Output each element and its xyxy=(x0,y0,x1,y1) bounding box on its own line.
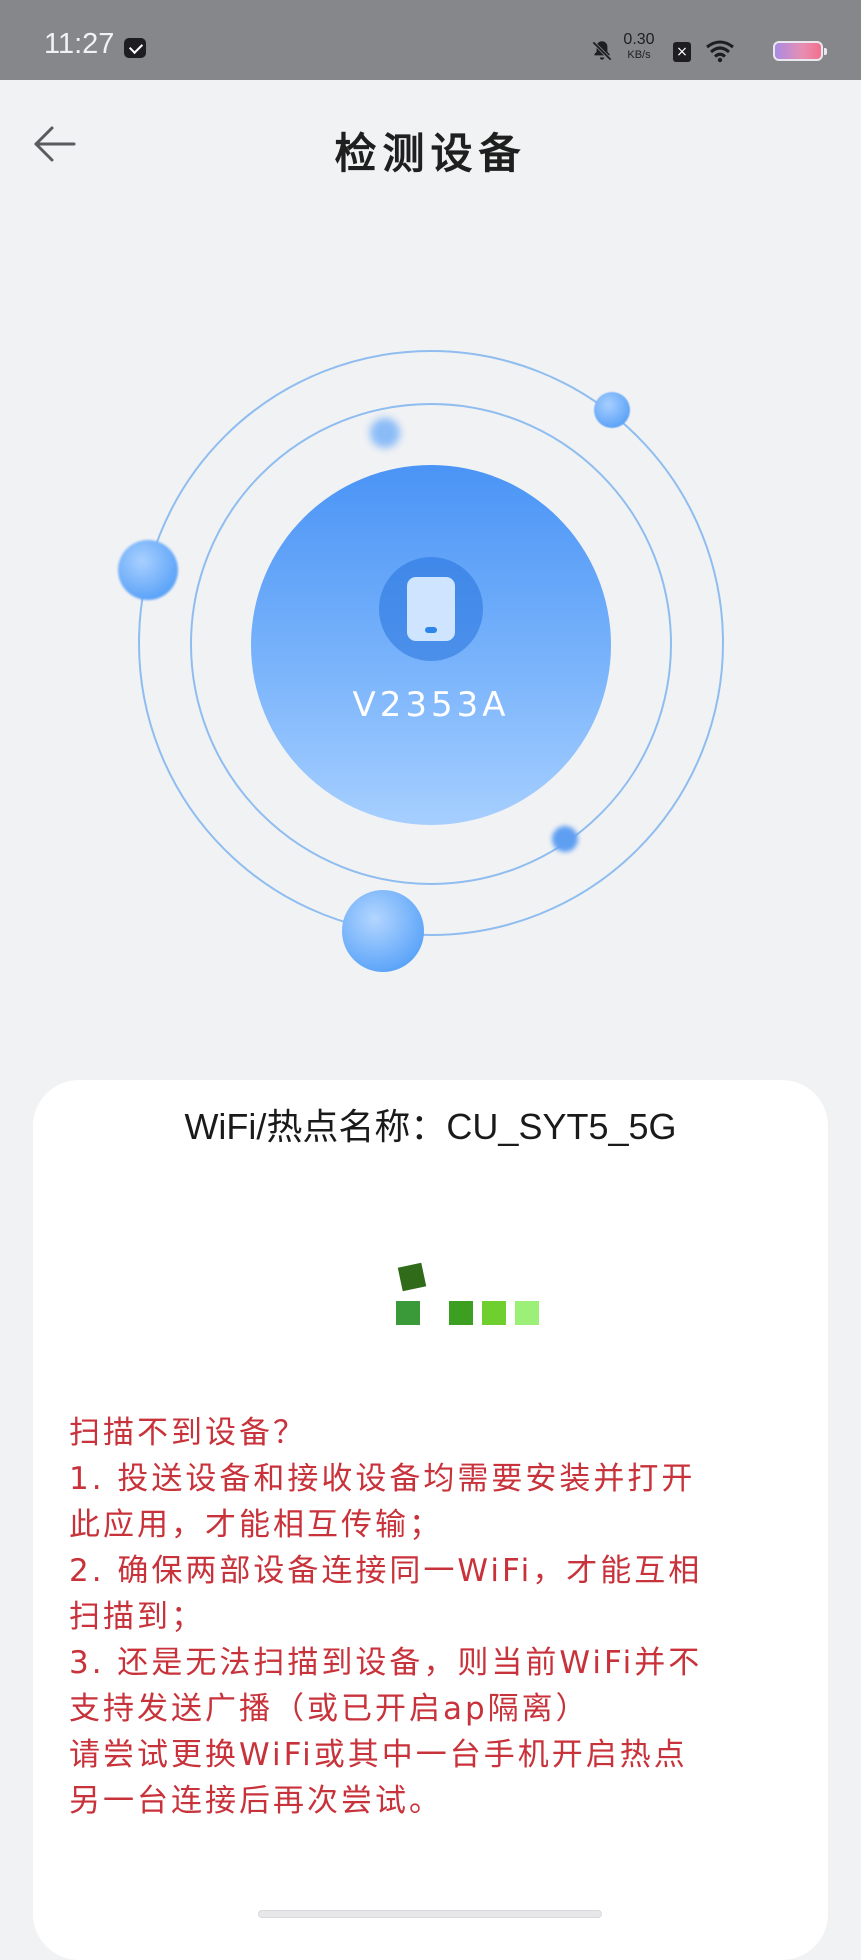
orbit-dot xyxy=(370,418,400,448)
help-line: 扫描到； xyxy=(69,1599,205,1635)
loading-squares-icon xyxy=(363,1262,543,1335)
network-speed-unit: KB/s xyxy=(627,49,651,61)
help-line: 另一台连接后再次尝试。 xyxy=(69,1783,443,1819)
status-bar: 11:27 0.30 KB/s × xyxy=(0,0,861,80)
device-button[interactable]: V2353A xyxy=(251,465,611,825)
message-icon xyxy=(124,38,146,58)
no-sim-icon: × xyxy=(673,42,691,62)
loading-square xyxy=(449,1301,473,1325)
help-line: 2. 确保两部设备连接同一WiFi，才能互相 xyxy=(69,1553,703,1589)
help-line: 此应用，才能相互传输； xyxy=(69,1507,443,1543)
home-indicator[interactable] xyxy=(258,1910,602,1918)
wifi-icon xyxy=(706,40,734,63)
loading-square xyxy=(515,1301,539,1325)
device-name: V2353A xyxy=(352,685,510,725)
status-icons: 0.30 KB/s × xyxy=(503,30,827,70)
header: 检测设备 xyxy=(0,80,861,210)
help-line: 支持发送广播（或已开启ap隔离） xyxy=(69,1691,590,1727)
orbit-dot xyxy=(342,890,424,972)
scan-card: WiFi/热点名称：CU_SYT5_5G 扫描不到设备？ 1. 投送设备和接收设… xyxy=(33,1080,828,1960)
battery-icon xyxy=(773,41,827,61)
loading-square xyxy=(397,1262,427,1292)
device-radar: V2353A xyxy=(0,330,861,1000)
status-time: 11:27 xyxy=(44,28,115,60)
wifi-name-label: WiFi/热点名称：CU_SYT5_5G xyxy=(184,1106,677,1147)
orbit-dot xyxy=(552,826,578,852)
help-line: 1. 投送设备和接收设备均需要安装并打开 xyxy=(69,1461,696,1497)
phone-icon-badge xyxy=(379,557,483,661)
network-speed-value: 0.30 xyxy=(623,31,655,48)
phone-icon xyxy=(407,577,455,641)
orbit-dot xyxy=(118,540,178,600)
loading-square xyxy=(482,1301,506,1325)
help-line: 3. 还是无法扫描到设备，则当前WiFi并不 xyxy=(69,1645,703,1681)
help-line: 扫描不到设备？ xyxy=(69,1415,307,1451)
help-line: 请尝试更换WiFi或其中一台手机开启热点 xyxy=(69,1737,688,1773)
help-text: 扫描不到设备？ 1. 投送设备和接收设备均需要安装并打开 此应用，才能相互传输；… xyxy=(69,1410,829,1824)
page-title: 检测设备 xyxy=(334,129,527,178)
orbit-dot xyxy=(594,392,630,428)
mute-bell-icon xyxy=(592,41,612,61)
loading-square xyxy=(396,1301,420,1325)
network-speed: 0.30 KB/s xyxy=(619,32,659,61)
